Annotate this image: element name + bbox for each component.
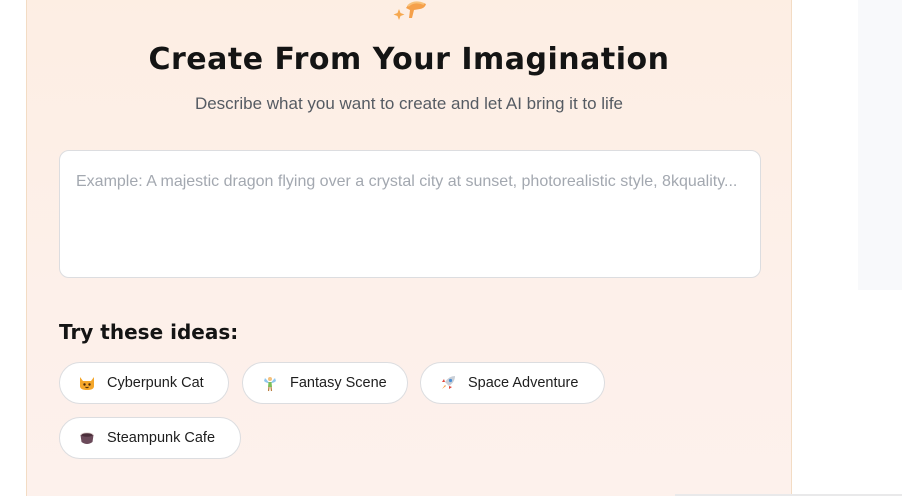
cat-icon [78,374,96,392]
idea-chip-space-adventure[interactable]: Space Adventure [420,362,605,404]
idea-chip-label: Steampunk Cafe [107,430,216,446]
sparkle-mushroom-icon [393,1,426,20]
ideas-heading: Try these ideas: [59,320,239,344]
idea-chip-label: Cyberpunk Cat [107,375,204,391]
coffee-icon [78,429,96,447]
side-panel [858,0,902,290]
fairy-icon [261,374,279,392]
idea-chip-fantasy-scene[interactable]: Fantasy Scene [242,362,408,404]
idea-chip-steampunk-cafe[interactable]: Steampunk Cafe [59,417,241,459]
page-title: Create From Your Imagination [148,42,670,77]
page-subtitle: Describe what you want to create and let… [194,94,624,113]
idea-chip-label: Fantasy Scene [290,375,387,391]
page: Create From Your Imagination Describe wh… [0,0,902,496]
rocket-icon [439,374,457,392]
idea-chip-cyberpunk-cat[interactable]: Cyberpunk Cat [59,362,229,404]
idea-chip-label: Space Adventure [468,375,579,391]
prompt-input[interactable] [59,150,761,278]
